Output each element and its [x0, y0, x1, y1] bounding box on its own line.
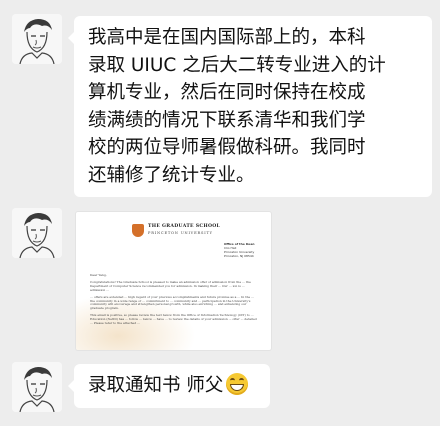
shield-logo-icon	[132, 224, 144, 237]
avatar[interactable]	[12, 14, 62, 64]
letter-office-block: Office of the Dean Clio Hall Princeton U…	[224, 242, 266, 258]
letter-body: Dear Yang, Congratulations! The Graduate…	[90, 273, 258, 329]
message-line: 还辅修了统计专业。	[88, 164, 255, 186]
avatar[interactable]	[12, 362, 62, 412]
letter-paragraph: This email is positive, so please review…	[90, 313, 257, 326]
avatar[interactable]	[12, 208, 62, 258]
letter-school: THE GRADUATE SCHOOL	[148, 224, 221, 229]
message-line: 校的两位导师暑假做科研。我同时	[88, 137, 366, 158]
grin-emoji-icon	[226, 373, 249, 395]
avatar-sketch-icon	[12, 208, 62, 258]
message-bubble-text[interactable]: 录取通知书 师父	[68, 364, 270, 408]
letter-university: PRINCETON UNIVERSITY	[148, 231, 213, 235]
message-line: 录取 UIUC 之后大二转专业进入的计	[88, 54, 386, 76]
letter-paragraph: ... offers are extended ... high regard …	[90, 294, 254, 311]
letter-salutation: Dear Yang,	[90, 273, 107, 277]
letter-paragraph: Congratulations! The Graduate School is …	[90, 279, 251, 292]
message-bubble-text[interactable]: 我高中是在国内国际部上的，本科 录取 UIUC 之后大二转专业进入的计 算机专业…	[68, 16, 432, 197]
message-line: 我高中是在国内国际部上的，本科	[88, 27, 366, 48]
admission-letter-image[interactable]: THE GRADUATE SCHOOL PRINCETON UNIVERSITY…	[76, 212, 271, 350]
avatar-sketch-icon	[12, 362, 62, 412]
message-text: 录取通知书 师父	[88, 375, 224, 396]
message-line: 绩满绩的情况下联系清华和我们学	[88, 109, 366, 131]
office-line: Princeton, NJ 08544	[224, 254, 254, 258]
message-line: 算机专业，然后在同时保持在校成	[88, 82, 366, 103]
avatar-sketch-icon	[12, 14, 62, 64]
